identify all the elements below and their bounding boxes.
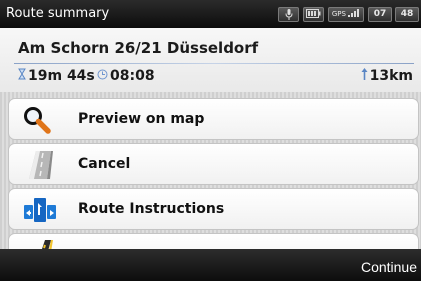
arrival-time: 08:08 — [97, 67, 155, 85]
cancel-button[interactable]: Cancel — [8, 143, 419, 185]
arrival-value: 08:08 — [110, 68, 155, 84]
road-icon — [21, 240, 57, 249]
status-bar: Route summary GPS 07 48 — [0, 0, 421, 28]
cancel-road-icon — [21, 150, 57, 179]
preview-on-map-label: Preview on map — [78, 111, 205, 127]
distance-icon — [361, 68, 368, 84]
duration-value: 19m 44s — [28, 68, 95, 84]
clock-icon — [97, 68, 108, 84]
distance-value: 13km — [369, 68, 413, 84]
continue-button[interactable]: Continue — [361, 259, 417, 275]
route-instructions-label: Route Instructions — [78, 201, 225, 217]
screen-title: Route summary — [6, 6, 110, 21]
battery-icon — [303, 7, 324, 22]
gps-signal-icon: GPS — [328, 7, 364, 22]
microphone-icon — [278, 7, 299, 22]
clock-hours: 07 — [368, 7, 392, 22]
route-instructions-button[interactable]: Route Instructions — [8, 188, 419, 230]
divider — [14, 63, 414, 64]
bottom-bar: Continue — [0, 249, 421, 281]
road-option-button[interactable] — [8, 233, 419, 249]
magnifier-icon — [21, 105, 57, 134]
destination-address: Am Schorn 26/21 Düsseldorf — [18, 39, 259, 57]
route-options-list: Preview on map Cancel Route Instructions — [0, 92, 421, 249]
route-instructions-icon — [21, 195, 57, 223]
route-duration: 19m 44s — [18, 67, 95, 85]
route-distance: 13km — [361, 67, 413, 85]
clock-minutes: 48 — [395, 7, 419, 22]
route-summary-header: Am Schorn 26/21 Düsseldorf 19m 44s 08:08… — [0, 28, 421, 92]
hourglass-icon — [18, 68, 26, 84]
preview-on-map-button[interactable]: Preview on map — [8, 98, 419, 140]
gps-label: GPS — [331, 10, 346, 18]
cancel-label: Cancel — [78, 156, 131, 172]
